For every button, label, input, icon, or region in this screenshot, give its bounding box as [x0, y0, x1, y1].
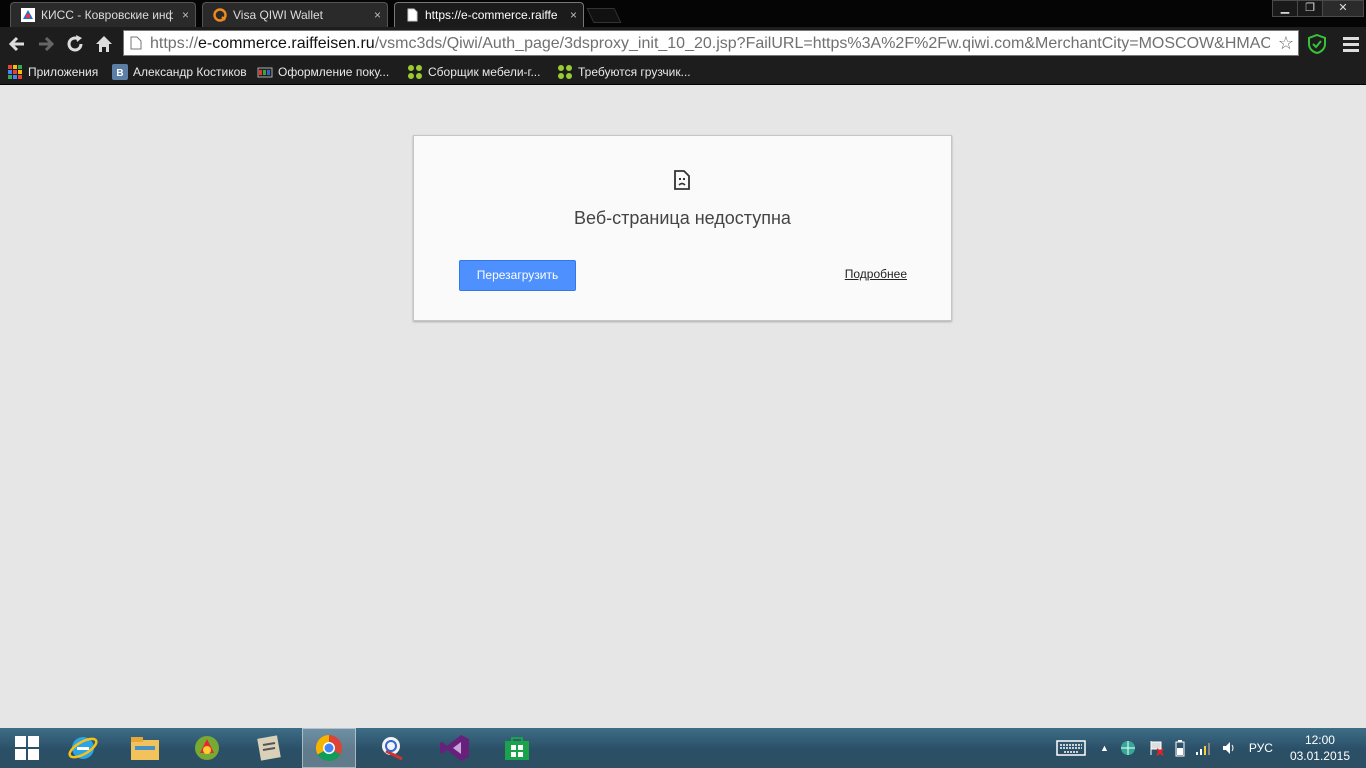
bookmark-label: Оформление поку... — [278, 65, 390, 79]
vk-icon: B — [112, 64, 128, 80]
minimize-button[interactable]: ▁ — [1272, 0, 1298, 17]
tab-title: КИСС - Ковровские инфо — [41, 8, 173, 22]
taskbar-visual-studio[interactable] — [428, 728, 482, 768]
qiwi-favicon-icon — [213, 8, 227, 22]
signal-icon[interactable] — [1195, 740, 1211, 756]
page-icon — [130, 36, 142, 50]
close-tab-icon[interactable]: × — [374, 8, 381, 22]
bookmark-label: Александр Костиков — [133, 65, 247, 79]
start-icon — [15, 736, 39, 760]
store-icon — [505, 737, 529, 760]
bookmark-star-icon[interactable]: ☆ — [1278, 33, 1294, 54]
tab-qiwi[interactable]: Visa QIWI Wallet × — [202, 2, 388, 27]
taskbar-ie[interactable] — [56, 728, 110, 768]
taskbar-chrome[interactable] — [302, 728, 356, 768]
tab-title: https://e-commerce.raiffe — [425, 8, 558, 22]
bookmarks-bar: Приложения B Александр Костиков Оформлен… — [0, 60, 1366, 85]
forward-arrow-icon[interactable] — [35, 33, 57, 55]
maximize-button[interactable]: ❐ — [1297, 0, 1323, 17]
bookmark-vk[interactable]: B Александр Костиков — [112, 62, 247, 82]
network-globe-icon[interactable] — [1119, 739, 1137, 757]
kiss-favicon-icon — [21, 8, 35, 22]
app-icon — [382, 737, 403, 761]
taskbar-store[interactable] — [490, 728, 544, 768]
battery-icon[interactable] — [1175, 739, 1185, 757]
home-icon[interactable] — [93, 33, 115, 55]
flag-icon[interactable] — [1147, 739, 1165, 757]
visual-studio-icon — [440, 735, 469, 761]
keyboard-icon[interactable] — [1056, 740, 1086, 756]
bookmark-label: Сборщик мебели-г... — [428, 65, 541, 79]
reload-icon[interactable] — [64, 33, 86, 55]
volume-icon[interactable] — [1221, 740, 1237, 756]
error-card: Веб-страница недоступна Перезагрузить По… — [413, 135, 952, 321]
bookmark-label: Требуются грузчик... — [578, 65, 691, 79]
tab-raiffeisen[interactable]: https://e-commerce.raiffe × — [394, 2, 584, 27]
dots-icon — [408, 65, 422, 79]
store-icon — [257, 67, 273, 78]
language-indicator[interactable]: РУС — [1249, 741, 1273, 755]
file-explorer-icon — [131, 737, 159, 760]
internet-explorer-icon — [68, 737, 98, 759]
page-favicon-icon — [407, 8, 418, 22]
dots-icon — [558, 65, 572, 79]
bookmark-furniture[interactable]: Сборщик мебели-г... — [407, 62, 540, 82]
url-text: https://e-commerce.raiffeisen.ru/vsmc3ds… — [150, 35, 1270, 52]
error-title: Веб-страница недоступна — [574, 208, 791, 228]
taskbar: ▲ РУС 12:00 03.01.2015 — [0, 728, 1366, 768]
taskbar-app-3[interactable] — [366, 728, 420, 768]
chrome-icon — [315, 734, 342, 762]
bookmark-order[interactable]: Оформление поку... — [257, 62, 389, 82]
svg-text:B: B — [116, 68, 123, 79]
app-icon — [195, 736, 219, 760]
back-arrow-icon[interactable] — [6, 33, 28, 55]
address-bar[interactable]: https://e-commerce.raiffeisen.ru/vsmc3ds… — [123, 30, 1299, 56]
sad-page-icon — [674, 170, 690, 190]
app-icon — [257, 735, 281, 761]
show-hidden-icons-icon[interactable]: ▲ — [1100, 743, 1109, 753]
bookmark-label: Приложения — [28, 65, 99, 79]
clock-time: 12:00 — [1304, 733, 1335, 747]
reload-button[interactable]: Перезагрузить — [459, 260, 576, 291]
system-tray: ▲ РУС — [1056, 728, 1273, 768]
details-link[interactable]: Подробнее — [845, 267, 907, 281]
tab-kiss[interactable]: КИСС - Ковровские инфо × — [10, 2, 196, 27]
bookmark-movers[interactable]: Требуются грузчик... — [557, 62, 691, 82]
apps-grid-icon — [8, 65, 22, 79]
tab-strip: КИСС - Ковровские инфо × Visa QIWI Walle… — [0, 0, 1366, 27]
bookmark-apps[interactable]: Приложения — [7, 62, 98, 82]
taskbar-app-1[interactable] — [180, 728, 234, 768]
close-window-button[interactable]: ✕ — [1322, 0, 1364, 17]
start-button[interactable] — [0, 728, 54, 768]
taskbar-explorer[interactable] — [118, 728, 172, 768]
tab-title: Visa QIWI Wallet — [233, 8, 324, 22]
clock-date: 03.01.2015 — [1289, 749, 1350, 763]
taskbar-app-2[interactable] — [242, 728, 296, 768]
menu-icon[interactable] — [1340, 33, 1362, 55]
clock[interactable]: 12:00 03.01.2015 — [1290, 732, 1350, 764]
close-tab-icon[interactable]: × — [182, 8, 189, 22]
adblock-shield-icon[interactable] — [1306, 33, 1328, 55]
close-tab-icon[interactable]: × — [570, 8, 577, 22]
new-tab-button[interactable] — [586, 8, 622, 23]
